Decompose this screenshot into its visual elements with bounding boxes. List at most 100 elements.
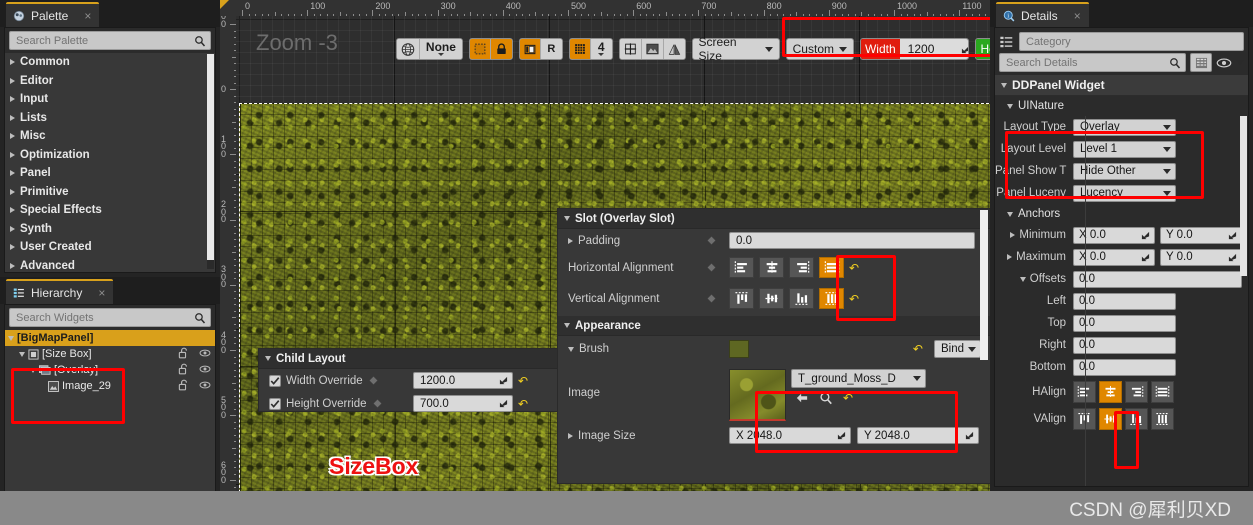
chevron-right-icon[interactable] — [1007, 254, 1013, 260]
details-valign-fill-button[interactable] — [1151, 407, 1174, 430]
palette-category-advanced[interactable]: Advanced — [5, 257, 215, 273]
palette-category-primitive[interactable]: Primitive — [5, 183, 215, 202]
hierarchy-item-overlay[interactable]: [Overlay] — [5, 362, 215, 378]
unlock-icon[interactable] — [178, 379, 190, 391]
valign-center-button[interactable] — [759, 288, 784, 309]
selection-box-icon[interactable] — [469, 39, 491, 59]
hierarchy-item-image_29[interactable]: Image_29 — [5, 378, 215, 394]
category-input[interactable]: Category — [1019, 32, 1244, 51]
layout-icon[interactable] — [519, 39, 541, 59]
details-halign-fill-button[interactable] — [1151, 380, 1174, 403]
browse-search-icon[interactable] — [819, 391, 833, 405]
height-field[interactable]: Height 700 — [975, 38, 990, 60]
offset-bottom-input[interactable]: 0.0 — [1073, 358, 1176, 376]
child-layout-header[interactable]: Child Layout — [259, 349, 557, 369]
halign-center-button[interactable] — [759, 257, 784, 278]
anchor-minimum-y-input[interactable]: Y 0.0 — [1160, 226, 1242, 244]
valign-bottom-button[interactable] — [789, 288, 814, 309]
brush-swatch[interactable] — [729, 340, 749, 358]
palette-category-misc[interactable]: Misc — [5, 127, 215, 146]
tab-details[interactable]: i Details × — [996, 2, 1089, 27]
search-palette-input[interactable]: Search Palette — [9, 31, 211, 50]
palette-category-synth[interactable]: Synth — [5, 220, 215, 239]
panel-show-type-dropdown[interactable]: Hide Other — [1073, 162, 1176, 180]
image-thumbnail[interactable] — [729, 369, 786, 421]
bind-diamond-icon[interactable] — [367, 375, 379, 386]
offset-left-input[interactable]: 0.0 — [1073, 292, 1176, 310]
tab-hierarchy[interactable]: Hierarchy × — [6, 279, 114, 304]
anchors-subsection[interactable]: Anchors — [995, 204, 1248, 224]
layout-type-dropdown[interactable]: Overlay — [1073, 118, 1176, 136]
offset-top-input[interactable]: 0.0 — [1073, 314, 1176, 332]
chevron-down-icon[interactable] — [1236, 60, 1244, 65]
mirror-icon[interactable] — [663, 39, 685, 59]
slot-header[interactable]: Slot (Overlay Slot) — [558, 209, 990, 229]
eye-icon[interactable] — [199, 379, 211, 391]
hierarchy-item-sizebox[interactable]: [Size Box] — [5, 346, 215, 362]
revert-icon[interactable]: ↶ — [913, 343, 923, 355]
resize-icon[interactable] — [619, 39, 642, 59]
palette-category-optimization[interactable]: Optimization — [5, 146, 215, 165]
layout-level-dropdown[interactable]: Level 1 — [1073, 140, 1176, 158]
designer-toolbar[interactable]: None R 4 Screen Size Custom Width 1200 H — [396, 35, 990, 63]
details-valign-bottom-button[interactable] — [1125, 407, 1148, 430]
revert-icon[interactable]: ↶ — [849, 262, 859, 274]
palette-category-common[interactable]: Common — [5, 53, 215, 72]
offsets-input[interactable]: 0.0 — [1073, 270, 1242, 288]
width-field[interactable]: Width 1200 — [859, 38, 970, 60]
chevron-down-icon[interactable] — [30, 367, 36, 373]
category-list-icon[interactable] — [999, 35, 1014, 49]
custom-size-dropdown[interactable]: Custom — [785, 38, 854, 60]
revert-icon[interactable]: ↶ — [518, 398, 528, 410]
tab-hierarchy-close[interactable]: × — [98, 286, 105, 300]
uinature-subsection[interactable]: UINature — [995, 96, 1248, 116]
search-details-input[interactable]: Search Details — [999, 53, 1186, 72]
columns-icon[interactable] — [1190, 53, 1212, 72]
palette-category-input[interactable]: Input — [5, 90, 215, 109]
grid-icon[interactable] — [569, 39, 591, 59]
search-widgets-input[interactable]: Search Widgets — [9, 308, 211, 327]
halign-left-button[interactable] — [729, 257, 754, 278]
bind-diamond-icon[interactable] — [706, 262, 717, 273]
hierarchy-item-bigmappanel[interactable]: [BigMapPanel] — [5, 330, 215, 346]
fill-mode-dropdown[interactable]: None — [419, 39, 462, 59]
globe-icon[interactable] — [397, 39, 420, 59]
back-arrow-icon[interactable] — [795, 392, 809, 404]
tab-details-close[interactable]: × — [1074, 9, 1081, 23]
width-override-input[interactable]: 1200.0 — [413, 372, 513, 389]
chevron-right-icon[interactable] — [568, 432, 573, 439]
height-override-checkbox[interactable] — [269, 397, 281, 410]
image-size-y-input[interactable]: Y 2048.0 — [857, 427, 979, 444]
details-halign-right-button[interactable] — [1125, 380, 1148, 403]
chevron-right-icon[interactable] — [568, 237, 573, 244]
bind-diamond-icon[interactable] — [706, 235, 717, 246]
palette-category-list[interactable]: Common Editor Input Lists Misc Optimization Pa… — [5, 53, 215, 272]
chevron-down-icon[interactable] — [568, 346, 574, 352]
anchor-maximum-y-input[interactable]: Y 0.0 — [1160, 248, 1242, 266]
palette-category-special-effects[interactable]: Special Effects — [5, 201, 215, 220]
details-valign-center-button[interactable] — [1099, 407, 1122, 430]
palette-category-user-created[interactable]: User Created — [5, 238, 215, 257]
revert-icon[interactable]: ↶ — [843, 392, 853, 404]
details-scrollbar[interactable] — [1240, 116, 1247, 276]
bind-diamond-icon[interactable] — [706, 293, 717, 304]
image-size-x-input[interactable]: X 2048.0 — [729, 427, 851, 444]
unlock-icon[interactable] — [178, 347, 190, 359]
bind-diamond-icon[interactable] — [371, 398, 383, 409]
revert-icon[interactable]: ↶ — [849, 293, 859, 305]
panel-lucency-dropdown[interactable]: Lucency — [1073, 184, 1176, 202]
halign-fill-button[interactable] — [819, 257, 844, 278]
eye-icon[interactable] — [1216, 57, 1232, 69]
padding-input[interactable]: 0.0 — [729, 232, 975, 249]
rotation-toggle-button[interactable]: R — [540, 39, 562, 59]
revert-icon[interactable]: ↶ — [518, 375, 528, 387]
palette-category-editor[interactable]: Editor — [5, 72, 215, 91]
lock-icon[interactable] — [490, 39, 512, 59]
slot-panel-scrollbar[interactable] — [980, 210, 988, 360]
tab-palette[interactable]: Palette × — [6, 2, 100, 27]
chevron-down-icon[interactable] — [19, 351, 25, 357]
chevron-right-icon[interactable] — [1010, 232, 1016, 238]
appearance-header[interactable]: Appearance — [558, 316, 990, 336]
halign-right-button[interactable] — [789, 257, 814, 278]
image-asset-dropdown[interactable]: T_ground_Moss_D — [791, 369, 926, 388]
